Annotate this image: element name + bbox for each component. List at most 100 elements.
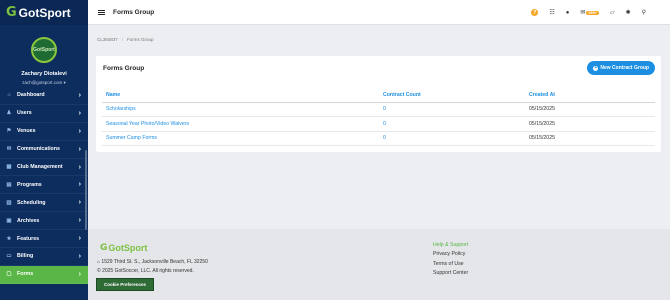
sidebar-item-users[interactable]: ♟ Users › [0, 105, 88, 123]
breadcrumb: CL384837/Forms Group [97, 37, 154, 42]
top-header: Forms Group ? ☷ ● ✉ 999+ ▱ ✺ ⚲ [88, 0, 670, 25]
footer-link-support-center[interactable]: Support Center [433, 269, 468, 278]
brand-name: GotSport [18, 5, 71, 20]
table-row: Scholarships 0 05/15/2025 [102, 103, 655, 117]
contract-count-link[interactable]: 0 [383, 121, 529, 127]
sidebar-item-label: Communications [17, 146, 60, 153]
table-row: Summer Camp Forms 0 05/15/2025 [102, 132, 655, 146]
chevron-right-icon: › [78, 145, 81, 153]
footer-link-terms-of-use[interactable]: Terms of Use [433, 260, 468, 269]
club-management-icon: ▦ [6, 164, 12, 170]
chat-icon[interactable]: ▱ [610, 9, 615, 16]
scheduling-icon: ▥ [6, 199, 12, 206]
chevron-right-icon: › [78, 181, 81, 189]
search-icon[interactable]: ⚲ [642, 9, 646, 16]
created-at-cell: 05/15/2025 [529, 106, 555, 113]
table-row: Seasonal Year Photo/Video Waivers 0 05/1… [102, 117, 655, 132]
user-email: zach@gotsport.com [22, 80, 63, 85]
breadcrumb-separator: / [121, 37, 124, 42]
header-actions: ? ☷ ● ✉ 999+ ▱ ✺ ⚲ [531, 0, 646, 25]
contract-groups-table: Name Contract Count Created At Scholarsh… [102, 88, 655, 146]
sidebar-item-features[interactable]: ★ Features › [0, 230, 88, 249]
archives-icon: ▣ [6, 217, 12, 224]
gotsport-logo-icon: G [6, 5, 17, 20]
new-contract-group-button[interactable]: + New Contract Group [587, 61, 655, 75]
column-header-contract-count[interactable]: Contract Count [383, 92, 529, 98]
footer-logo: G GotSport [100, 243, 147, 253]
breadcrumb-org-id[interactable]: CL384837 [97, 37, 118, 42]
sidebar-item-label: Users [17, 110, 32, 117]
sidebar-item-label: Forms [17, 271, 34, 278]
gear-icon[interactable]: ✺ [626, 9, 631, 16]
sidebar-item-communications[interactable]: ✉ Communications › [0, 141, 88, 159]
page-footer: G GotSport ⌂ 1529 Third St. S., Jacksonv… [88, 229, 670, 300]
sidebar: G GotSport GotSport Zachary Diotalevi za… [0, 0, 88, 300]
chevron-right-icon: › [78, 217, 81, 225]
forms-icon: ▢ [6, 271, 12, 278]
sidebar-item-label: Archives [17, 217, 40, 224]
settings-sliders-icon[interactable]: ☷ [549, 9, 554, 16]
chevron-right-icon: › [78, 252, 81, 260]
footer-links: Help & Support Privacy Policy Terms of U… [433, 241, 468, 278]
created-at-cell: 05/15/2025 [529, 135, 555, 142]
footer-address: ⌂ 1529 Third St. S., Jacksonville Beach,… [97, 259, 208, 265]
card-title: Forms Group [103, 65, 145, 72]
group-name-link[interactable]: Scholarships [102, 106, 383, 112]
sidebar-item-label: Billing [17, 253, 34, 260]
user-email-dropdown[interactable]: zach@gotsport.com ▾ [0, 80, 88, 86]
sidebar-scrollbar[interactable] [85, 150, 87, 230]
chevron-right-icon: › [78, 199, 81, 207]
sidebar-item-label: Scheduling [17, 199, 46, 206]
features-icon: ★ [6, 235, 12, 242]
column-header-name[interactable]: Name [102, 92, 383, 98]
sidebar-item-forms[interactable]: ▢ Forms › [0, 265, 88, 284]
user-name: Zachary Diotalevi [21, 71, 67, 77]
sidebar-item-dashboard[interactable]: ⌂ Dashboard › [0, 87, 88, 105]
sidebar-item-label: Features [17, 235, 40, 242]
avatar[interactable]: GotSport [31, 37, 57, 63]
chevron-right-icon: › [78, 91, 81, 99]
sidebar-item-venues[interactable]: ⚑ Venues › [0, 123, 88, 141]
page-title: Forms Group [113, 8, 155, 16]
users-icon: ♟ [6, 110, 12, 117]
plus-circle-icon: + [593, 64, 599, 71]
gotsport-logo-icon: G [100, 243, 108, 253]
hamburger-menu-icon[interactable] [98, 9, 105, 15]
footer-brand-name: GotSport [108, 243, 148, 253]
chevron-right-icon: › [78, 235, 81, 243]
dashboard-icon: ⌂ [7, 92, 11, 99]
sidebar-item-label: Programs [17, 181, 42, 188]
column-header-created-at[interactable]: Created At [529, 92, 655, 98]
user-icon[interactable]: ● [566, 10, 570, 16]
footer-link-help-support[interactable]: Help & Support [433, 241, 468, 250]
billing-icon: ▭ [6, 253, 12, 260]
sidebar-item-billing[interactable]: ▭ Billing › [0, 248, 88, 266]
chevron-right-icon: › [78, 127, 81, 135]
communications-icon: ✉ [6, 146, 12, 153]
footer-link-privacy-policy[interactable]: Privacy Policy [433, 250, 468, 259]
sidebar-item-club-management[interactable]: ▦ Club Management › [0, 159, 88, 177]
cookie-preferences-button[interactable]: Cookie Preferences [96, 278, 154, 291]
home-icon: ⌂ [97, 259, 101, 265]
chevron-right-icon: › [78, 109, 81, 117]
chevron-right-icon: › [78, 270, 81, 278]
notification-badge: 999+ [586, 10, 599, 15]
group-name-link[interactable]: Summer Camp Forms [102, 135, 383, 141]
breadcrumb-current: Forms Group [127, 37, 154, 42]
sidebar-item-label: Club Management [17, 164, 63, 170]
help-icon[interactable]: ? [531, 9, 539, 16]
sidebar-item-scheduling[interactable]: ▥ Scheduling › [0, 194, 88, 213]
sidebar-item-programs[interactable]: ▤ Programs › [0, 176, 88, 195]
envelope-icon: ✉ [580, 10, 586, 16]
created-at-cell: 05/15/2025 [529, 120, 555, 127]
venues-icon: ⚑ [6, 128, 12, 135]
programs-icon: ▤ [6, 181, 12, 188]
inbox-button[interactable]: ✉ 999+ [580, 9, 599, 16]
contract-count-link[interactable]: 0 [383, 106, 529, 112]
gotsport-logo[interactable]: G GotSport [0, 0, 88, 25]
table-header-row: Name Contract Count Created At [102, 88, 655, 103]
sidebar-item-archives[interactable]: ▣ Archives › [0, 212, 88, 231]
sidebar-menu: ⌂ Dashboard › ♟ Users › ⚑ Venues › ✉ Communicat… [0, 87, 88, 284]
group-name-link[interactable]: Seasonal Year Photo/Video Waivers [102, 121, 383, 127]
contract-count-link[interactable]: 0 [383, 135, 529, 141]
